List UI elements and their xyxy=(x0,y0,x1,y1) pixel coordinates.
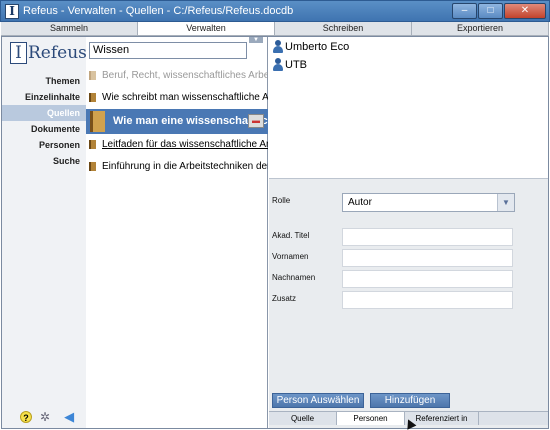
list-item[interactable]: Einführung in die Arbeitstechniken der P… xyxy=(86,156,268,178)
app-icon: I xyxy=(5,4,19,19)
list-item-label: Einführung in die Arbeitstechniken der P… xyxy=(102,161,268,172)
sidebar-item-einzelinhalte[interactable]: Einzelinhalte xyxy=(2,89,86,105)
minimize-button[interactable]: – xyxy=(452,3,477,19)
tab-personen[interactable]: Personen xyxy=(337,412,405,425)
list-item-label: Wie schreibt man wissenschaftliche Arbei… xyxy=(102,92,268,103)
sidebar-item-themen[interactable]: Themen xyxy=(2,73,86,89)
book-icon xyxy=(89,140,96,149)
list-item[interactable]: Leitfaden für das wissenschaftliche Arbe… xyxy=(86,134,268,156)
tab-sammeln[interactable]: Sammeln xyxy=(1,22,138,35)
book-icon xyxy=(89,93,96,102)
persons-list: Umberto Eco UTB xyxy=(269,37,548,179)
select-person-button[interactable]: Person Auswählen xyxy=(272,393,364,408)
refeus-logo: I Refeus xyxy=(6,41,87,65)
lastname-label: Nachnamen xyxy=(272,273,316,282)
book-icon xyxy=(89,162,96,171)
tab-schreiben[interactable]: Schreiben xyxy=(275,22,412,35)
chevron-down-icon[interactable]: ▼ xyxy=(497,194,514,211)
role-label: Rolle xyxy=(272,196,291,205)
search-input[interactable]: Wissen xyxy=(89,42,247,59)
sidebar-item-quellen[interactable]: Quellen xyxy=(2,105,86,121)
sidebar-item-personen[interactable]: Personen xyxy=(2,137,86,153)
gear-icon[interactable]: ✲ xyxy=(40,410,50,424)
person-icon xyxy=(273,58,283,72)
firstname-label: Vornamen xyxy=(272,252,309,261)
list-item[interactable]: Wie schreibt man wissenschaftliche Arbei… xyxy=(86,87,268,109)
book-icon xyxy=(90,111,105,132)
person-item[interactable]: UTB xyxy=(271,56,307,76)
book-icon xyxy=(89,71,96,80)
window-titlebar: I Refeus - Verwalten - Quellen - C:/Refe… xyxy=(0,0,550,22)
firstname-field[interactable] xyxy=(342,249,513,267)
person-name: UTB xyxy=(285,59,307,71)
tab-quelle[interactable]: Quelle xyxy=(269,412,337,425)
logo-text: Refeus xyxy=(28,43,87,63)
person-icon xyxy=(273,40,283,54)
list-item-selected[interactable]: Wie man eine wissenschaftliche Arbeit sc… xyxy=(86,109,268,134)
role-value: Autor xyxy=(348,197,372,208)
tab-exportieren[interactable]: Exportieren xyxy=(412,22,549,35)
list-item[interactable]: Beruf, Recht, wissenschaftliches Arbeite… xyxy=(86,65,268,87)
list-item-label: Wie man eine wissenschaftliche Arbeit sc… xyxy=(113,115,268,127)
close-button[interactable]: ✕ xyxy=(504,3,546,19)
person-item[interactable]: Umberto Eco xyxy=(271,38,349,58)
list-item-label: Beruf, Recht, wissenschaftliches Arbeite… xyxy=(102,70,268,81)
help-icon[interactable]: ? xyxy=(20,411,32,423)
persons-panel: Umberto Eco UTB Rolle Autor ▼ Akad. Tite… xyxy=(269,37,548,428)
tab-referenziert-in[interactable]: Referenziert in xyxy=(405,412,479,425)
logo-bracket: I xyxy=(10,42,27,64)
collapse-arrow-icon[interactable]: ▼ xyxy=(249,37,263,43)
tab-verwalten[interactable]: Verwalten xyxy=(138,22,275,35)
sources-list: Beruf, Recht, wissenschaftliches Arbeite… xyxy=(86,65,268,178)
sidebar-item-suche[interactable]: Suche xyxy=(2,153,86,169)
title-label: Akad. Titel xyxy=(272,231,310,240)
suffix-label: Zusatz xyxy=(272,294,297,303)
sidebar-item-dokumente[interactable]: Dokumente xyxy=(2,121,86,137)
sidebar-nav: Themen Einzelinhalte Quellen Dokumente P… xyxy=(2,73,86,169)
title-field[interactable] xyxy=(342,228,513,246)
sidebar: I Refeus Themen Einzelinhalte Quellen Do… xyxy=(2,37,87,428)
sources-panel: ▼ Wissen Beruf, Recht, wissenschaftliche… xyxy=(86,37,268,428)
edit-badge-icon[interactable]: ▬ xyxy=(248,114,264,128)
back-arrow-icon[interactable]: ◀ xyxy=(64,409,74,425)
suffix-field[interactable] xyxy=(342,291,513,309)
list-item-label: Leitfaden für das wissenschaftliche Arbe… xyxy=(102,139,268,150)
add-button[interactable]: Hinzufügen xyxy=(370,393,450,408)
lastname-field[interactable] xyxy=(342,270,513,288)
person-name: Umberto Eco xyxy=(285,41,350,53)
window-title: Refeus - Verwalten - Quellen - C:/Refeus… xyxy=(23,5,294,17)
person-form: Rolle Autor ▼ Akad. Titel Vornamen Nachn… xyxy=(269,179,548,397)
maximize-button[interactable]: □ xyxy=(478,3,503,19)
role-select[interactable]: Autor ▼ xyxy=(342,193,515,212)
main-tabs: Sammeln Verwalten Schreiben Exportieren xyxy=(1,22,549,36)
